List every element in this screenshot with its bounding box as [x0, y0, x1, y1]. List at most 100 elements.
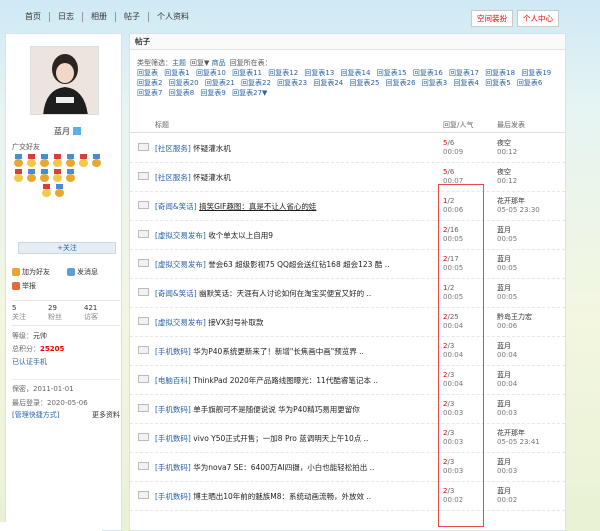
post-title[interactable]: [手机数码] 单手旗舰可不是随便说说 华为P40精巧易用更留你: [155, 404, 435, 415]
post-category[interactable]: [虚拟交易发布]: [155, 231, 206, 240]
last-user[interactable]: 夜空: [497, 139, 511, 147]
post-title[interactable]: [手机数码] 博主晒出10年前的魅族M8：系统动画流畅，外放效 ..: [155, 491, 435, 502]
reply-table-link[interactable]: 回复表2: [137, 79, 162, 87]
post-row[interactable]: [手机数码] vivo Y50正式开售；一加8 Pro 蓝调明天上午10点 ..…: [130, 424, 565, 453]
reply-table-link[interactable]: 回复表14: [341, 69, 371, 77]
filter-goods[interactable]: 商品: [212, 59, 226, 67]
post-category[interactable]: [虚拟交易发布]: [155, 318, 206, 327]
post-category[interactable]: [电脑百科]: [155, 376, 191, 385]
reply-table-link[interactable]: 回复表4: [454, 79, 479, 87]
post-category[interactable]: [手机数码]: [155, 405, 191, 414]
post-title[interactable]: [社区服务] 怀疑灌水机: [155, 172, 435, 183]
filter-reply[interactable]: 回复▼: [190, 59, 209, 67]
post-title-text[interactable]: ThinkPad 2020年产品路线图曝光：11代酷睿笔记本 ..: [193, 376, 378, 385]
reply-table-link[interactable]: 回复表23: [277, 79, 307, 87]
reply-table-link[interactable]: 回复表27▼: [232, 89, 267, 97]
post-title-text[interactable]: 怀疑灌水机: [193, 144, 231, 153]
post-title-text[interactable]: 华为P40系统更新来了！新增"长焦画中画"预览界 ..: [193, 347, 364, 356]
reply-table-link[interactable]: 回复表15: [377, 69, 407, 77]
post-title[interactable]: [虚拟交易发布] 接VX封号补取款: [155, 317, 435, 328]
add-friend-button[interactable]: 加为好友: [12, 267, 67, 277]
post-row[interactable]: [手机数码] 单手旗舰可不是随便说说 华为P40精巧易用更留你 2/3 00:03 蓝…: [130, 395, 565, 424]
reply-table-link[interactable]: 回复表5: [485, 79, 510, 87]
reply-table-link[interactable]: 回复表13: [304, 69, 334, 77]
user-name[interactable]: 蓝月: [54, 126, 81, 137]
post-category[interactable]: [手机数码]: [155, 347, 191, 356]
verified-phone-link[interactable]: 已认证手机: [12, 356, 120, 369]
post-row[interactable]: [社区服务] 怀疑灌水机 5/6 00:07 夜空 00:12: [130, 163, 565, 192]
nav-profile[interactable]: 个人资料: [148, 12, 197, 22]
post-row[interactable]: [手机数码] 华为P40系统更新来了！新增"长焦画中画"预览界 .. 2/3 00:…: [130, 337, 565, 366]
post-title[interactable]: [奇闻&笑话] 幽默笑话：天涯有人讨论如何在淘宝买便宜又好的 ..: [155, 288, 435, 299]
manage-shortcuts-link[interactable]: [管理快捷方式]: [12, 410, 59, 420]
medal-icon[interactable]: [26, 169, 37, 182]
reply-table-link[interactable]: 回复表19: [521, 69, 551, 77]
nav-album[interactable]: 相册: [82, 12, 115, 22]
last-user[interactable]: 夜空: [497, 168, 511, 176]
post-row[interactable]: [虚拟交易发布] 收个单太以上自用9 2/16 00:05 蓝月 00:05: [130, 221, 565, 250]
medal-icon[interactable]: [65, 154, 76, 167]
post-title[interactable]: [社区服务] 怀疑灌水机: [155, 143, 435, 154]
medal-icon[interactable]: [39, 154, 50, 167]
post-title-text[interactable]: 博主晒出10年前的魅族M8：系统动画流畅，外放效 ..: [193, 492, 371, 501]
post-title[interactable]: [虚拟交易发布] 收个单太以上自用9: [155, 230, 435, 241]
post-category[interactable]: [手机数码]: [155, 434, 191, 443]
post-category[interactable]: [虚拟交易发布]: [155, 260, 206, 269]
send-message-button[interactable]: 发消息: [67, 267, 122, 277]
last-user[interactable]: 蓝月: [497, 400, 511, 408]
post-title-text[interactable]: 誉会63 超级影视75 QQ超会送红钻168 超会123 酷 ..: [208, 260, 389, 269]
medal-icon[interactable]: [13, 154, 24, 167]
post-row[interactable]: [手机数码] 华为nova7 SE：6400万AI四摄，小白也能轻松拍出 .. 2…: [130, 453, 565, 482]
reply-table-link[interactable]: 回复表16: [413, 69, 443, 77]
medal-icon[interactable]: [78, 154, 89, 167]
reply-table-link[interactable]: 回复表7: [137, 89, 162, 97]
last-user[interactable]: 黔岛王力宏: [497, 313, 532, 321]
post-title-text[interactable]: 接VX封号补取款: [208, 318, 263, 327]
reply-table-link[interactable]: 回复表26: [386, 79, 416, 87]
post-category[interactable]: [奇闻&笑话]: [155, 289, 197, 298]
stat-fans[interactable]: 29 粉丝: [48, 304, 84, 322]
last-user[interactable]: 蓝月: [497, 284, 511, 292]
post-category[interactable]: [手机数码]: [155, 492, 191, 501]
reply-table-link[interactable]: 回复表3: [422, 79, 447, 87]
post-title[interactable]: [手机数码] 华为P40系统更新来了！新增"长焦画中画"预览界 ..: [155, 346, 435, 357]
reply-table-link[interactable]: 回复表: [137, 69, 158, 77]
post-row[interactable]: [虚拟交易发布] 接VX封号补取款 2/25 00:04 黔岛王力宏 00:06: [130, 308, 565, 337]
stat-following[interactable]: 5 关注: [12, 304, 48, 322]
post-row[interactable]: [手机数码] 博主晒出10年前的魅族M8：系统动画流畅，外放效 .. 2/3 00:…: [130, 482, 565, 511]
reply-table-link[interactable]: 回复表17: [449, 69, 479, 77]
medal-icon[interactable]: [26, 154, 37, 167]
reply-table-link[interactable]: 回复表21: [205, 79, 235, 87]
stat-visitors[interactable]: 421 访客: [84, 304, 120, 322]
post-row[interactable]: [虚拟交易发布] 誉会63 超级影视75 QQ超会送红钻168 超会123 酷 …: [130, 250, 565, 279]
nav-home[interactable]: 首页: [17, 12, 49, 22]
reply-table-link[interactable]: 回复表20: [169, 79, 199, 87]
medal-icon[interactable]: [52, 169, 63, 182]
last-user[interactable]: 蓝月: [497, 226, 511, 234]
post-title[interactable]: [手机数码] vivo Y50正式开售；一加8 Pro 蓝调明天上午10点 ..: [155, 433, 435, 444]
medal-icon[interactable]: [91, 154, 102, 167]
post-title[interactable]: [虚拟交易发布] 誉会63 超级影视75 QQ超会送红钻168 超会123 酷 …: [155, 259, 435, 270]
filter-topic[interactable]: 主题: [172, 59, 186, 67]
avatar[interactable]: [30, 46, 99, 115]
last-user[interactable]: 蓝月: [497, 487, 511, 495]
reply-table-link[interactable]: 回复表24: [313, 79, 343, 87]
reply-table-link[interactable]: 回复表9: [200, 89, 225, 97]
medal-icon[interactable]: [65, 169, 76, 182]
post-title-text[interactable]: 幽默笑话：天涯有人讨论如何在淘宝买便宜又好的 ..: [199, 289, 371, 298]
reply-table-link[interactable]: 回复表6: [517, 79, 542, 87]
post-category[interactable]: [手机数码]: [155, 463, 191, 472]
post-row[interactable]: [社区服务] 怀疑灌水机 5/6 00:09 夜空 00:12: [130, 134, 565, 163]
post-title-text[interactable]: 单手旗舰可不是随便说说 华为P40精巧易用更留你: [193, 405, 359, 414]
reply-table-link[interactable]: 回复表12: [268, 69, 298, 77]
last-user[interactable]: 花开那年: [497, 197, 525, 205]
space-decorate-button[interactable]: 空间装扮: [471, 10, 513, 27]
post-row[interactable]: [奇闻&笑话] 搞笑GIF趣图：真是不让人省心的娃 1/2 00:06 花开那年 05-…: [130, 192, 565, 221]
post-title-text[interactable]: 搞笑GIF趣图：真是不让人省心的娃: [199, 202, 316, 211]
nav-blog[interactable]: 日志: [49, 12, 82, 22]
post-title-text[interactable]: 华为nova7 SE：6400万AI四摄，小白也能轻松拍出 ..: [193, 463, 374, 472]
post-category[interactable]: [社区服务]: [155, 173, 191, 182]
post-row[interactable]: [电脑百科] ThinkPad 2020年产品路线图曝光：11代酷睿笔记本 ..…: [130, 366, 565, 395]
reply-table-link[interactable]: 回复表11: [232, 69, 262, 77]
reply-table-link[interactable]: 回复表22: [241, 79, 271, 87]
